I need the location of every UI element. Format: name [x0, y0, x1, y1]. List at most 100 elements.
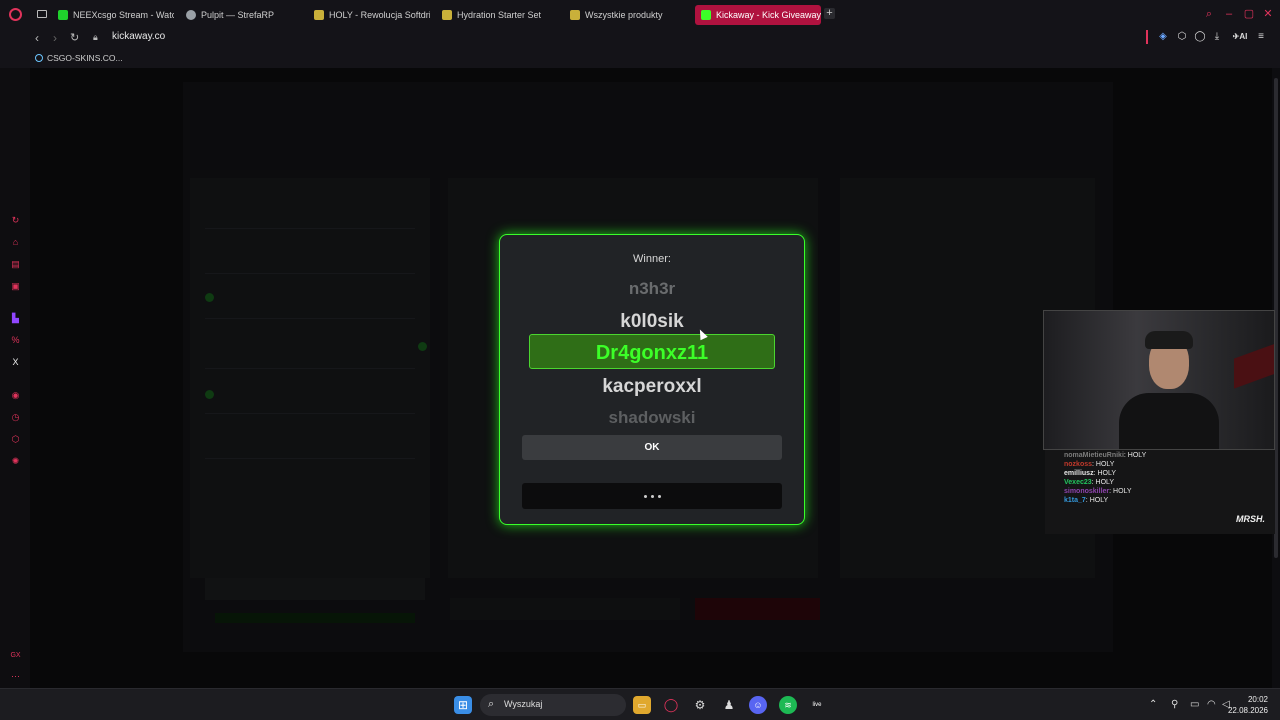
sidebar-cube-icon[interactable]: ⬡: [10, 434, 21, 445]
sidebar-twitch-icon[interactable]: ▙: [10, 313, 21, 324]
loading-indicator: [522, 483, 782, 509]
streamer-webcam: [1043, 310, 1275, 450]
roll-name: kacperoxxl: [602, 376, 702, 397]
tab-neexcsgo[interactable]: NEEXcsgo Stream - Watch: [58, 5, 174, 25]
opera-gx-icon[interactable]: ◯: [662, 696, 680, 714]
tab-label: NEEXcsgo Stream - Watch: [73, 10, 174, 20]
chat-text: HOLY: [1127, 452, 1147, 459]
sidebar-bag-icon[interactable]: ⌂: [10, 237, 21, 248]
divider-accent: [1146, 30, 1148, 44]
url-field[interactable]: kickaway.co: [112, 31, 165, 42]
speaker-icon[interactable]: ◈: [1157, 31, 1169, 43]
search-tabs-icon[interactable]: ⌕: [1203, 8, 1215, 20]
extensions-icon[interactable]: ⬡: [1176, 31, 1188, 43]
tab-label: Wszystkie produkty: [585, 10, 663, 20]
profile-icon[interactable]: ◯: [1194, 31, 1206, 43]
windows-taskbar: ⊞ ⌕ Wyszukaj ▭ ◯ ⚙ ♟ ☺ ≋ live ⌃ ⚲ ▭ ◠ ◁ …: [0, 688, 1280, 720]
kick-icon: [58, 10, 68, 20]
clock-date[interactable]: 22.08.2026: [1218, 706, 1268, 715]
opera-logo-icon[interactable]: [9, 8, 22, 21]
chat-user: simonoskiller: [1064, 488, 1110, 495]
chat-message: emilliusz: HOLY: [1064, 470, 1117, 477]
chat-user: emilliusz: [1064, 470, 1094, 477]
sidebar-gx-icon[interactable]: GX: [10, 650, 21, 661]
maximize-icon[interactable]: ▢: [1243, 8, 1255, 20]
roll-name: k0l0sik: [620, 311, 684, 332]
roll-name: n3h3r: [628, 279, 676, 298]
download-icon[interactable]: ⤓: [1211, 31, 1223, 43]
backdrop-line: [205, 228, 415, 229]
winner-name: Dr4gonxz11: [595, 342, 709, 364]
microphone-icon[interactable]: ⚲: [1171, 699, 1178, 710]
ai-icon[interactable]: ✈AI: [1230, 31, 1250, 43]
reload-icon[interactable]: ↻: [70, 31, 79, 44]
holy-icon: [314, 10, 324, 20]
sidebar-clock-icon[interactable]: ◷: [10, 412, 21, 423]
bookmark-icon: [35, 54, 43, 62]
kickaway-icon: [701, 10, 711, 20]
backdrop-dot: [205, 390, 214, 399]
tab-wszystkie-produkty[interactable]: Wszystkie produkty: [570, 5, 686, 25]
search-label: Wyszukaj: [504, 699, 543, 709]
tab-label: HOLY - Rewolucja Softdrin: [329, 10, 430, 20]
steam-icon[interactable]: ⚙: [691, 696, 709, 714]
holy-icon: [570, 10, 580, 20]
discord-icon[interactable]: ☺: [749, 696, 767, 714]
tab-kickaway[interactable]: Kickaway - Kick Giveaway: [695, 5, 821, 25]
bookmark-csgo-skins[interactable]: CSGO-SKINS.CO...: [35, 53, 123, 63]
tab-bar: NEEXcsgo Stream - Watch Pulpit — StrefaR…: [0, 0, 1280, 30]
menu-icon[interactable]: ≡: [1255, 31, 1267, 43]
close-icon[interactable]: ✕: [1262, 8, 1274, 20]
ok-button[interactable]: OK: [522, 435, 782, 460]
chat-message: nomaMietieuRniki: HOLY: [1064, 452, 1147, 459]
bookmark-label: CSGO-SKINS.CO...: [47, 53, 123, 63]
search-icon: ⌕: [488, 698, 495, 710]
tab-holy-rewolucja[interactable]: HOLY - Rewolucja Softdrin: [314, 5, 430, 25]
tab-hydration-starter[interactable]: Hydration Starter Set: [442, 5, 558, 25]
sidebar-x-icon[interactable]: X: [10, 357, 21, 368]
minimize-icon[interactable]: –: [1223, 8, 1235, 20]
tab-strefarp[interactable]: Pulpit — StrefaRP: [186, 5, 302, 25]
backdrop-settings-panel: [190, 178, 430, 578]
sidebar-player-icon[interactable]: ◉: [10, 390, 21, 401]
loading-dot: [650, 494, 654, 498]
sidebar-news-icon[interactable]: ▣: [10, 281, 21, 292]
roll-name: shadowski: [608, 408, 696, 424]
chat-user: k1ta_7: [1064, 497, 1086, 504]
lock-icon: 🔒︎: [93, 32, 98, 42]
new-tab-button[interactable]: +: [824, 8, 835, 19]
sidebar-percent-icon[interactable]: %: [10, 335, 21, 346]
back-icon[interactable]: ‹: [35, 31, 39, 45]
tab-label: Kickaway - Kick Giveaway: [716, 10, 821, 20]
live-app-icon[interactable]: live: [808, 696, 826, 714]
chat-text: HOLY: [1089, 497, 1109, 504]
winner-title: Winner:: [633, 253, 671, 265]
windows-start-icon[interactable]: ⊞: [454, 696, 472, 714]
sidebar-settings-icon[interactable]: ✺: [10, 456, 21, 467]
tray-expand-icon[interactable]: ⌃: [1149, 699, 1157, 710]
sidebar-more-icon[interactable]: ⋯: [10, 671, 21, 682]
streamer-logo: MRSH.: [1236, 514, 1265, 524]
backdrop-line: [205, 368, 415, 369]
chat-text: HOLY: [1097, 470, 1117, 477]
tab-overview-icon[interactable]: [37, 10, 47, 18]
taskbar-search[interactable]: ⌕ Wyszukaj: [480, 694, 626, 716]
clock-time[interactable]: 20:02: [1228, 695, 1268, 704]
sidebar-messenger-icon[interactable]: ▤: [10, 259, 21, 270]
backdrop-line: [205, 318, 415, 319]
backdrop-red-button: [695, 598, 820, 620]
display-icon[interactable]: ▭: [1190, 699, 1199, 710]
backdrop-line: [205, 273, 415, 274]
spotify-icon[interactable]: ≋: [779, 696, 797, 714]
browser-sidebar: ↻ ⌂ ▤ ▣ ▙ % X ◉ ◷ ⬡ ✺ GX ⋯: [0, 68, 30, 688]
chat-text: HOLY: [1113, 488, 1132, 495]
bookmarks-bar: CSGO-SKINS.CO...: [0, 48, 1280, 68]
wifi-icon[interactable]: ◠: [1207, 699, 1216, 710]
tab-label: Hydration Starter Set: [457, 10, 542, 20]
app-icon[interactable]: ♟: [720, 696, 738, 714]
forward-icon[interactable]: ›: [53, 31, 57, 45]
file-explorer-icon[interactable]: ▭: [633, 696, 651, 714]
chat-text: HOLY: [1095, 461, 1115, 468]
gear-icon: [186, 10, 196, 20]
sidebar-history-icon[interactable]: ↻: [10, 215, 21, 226]
